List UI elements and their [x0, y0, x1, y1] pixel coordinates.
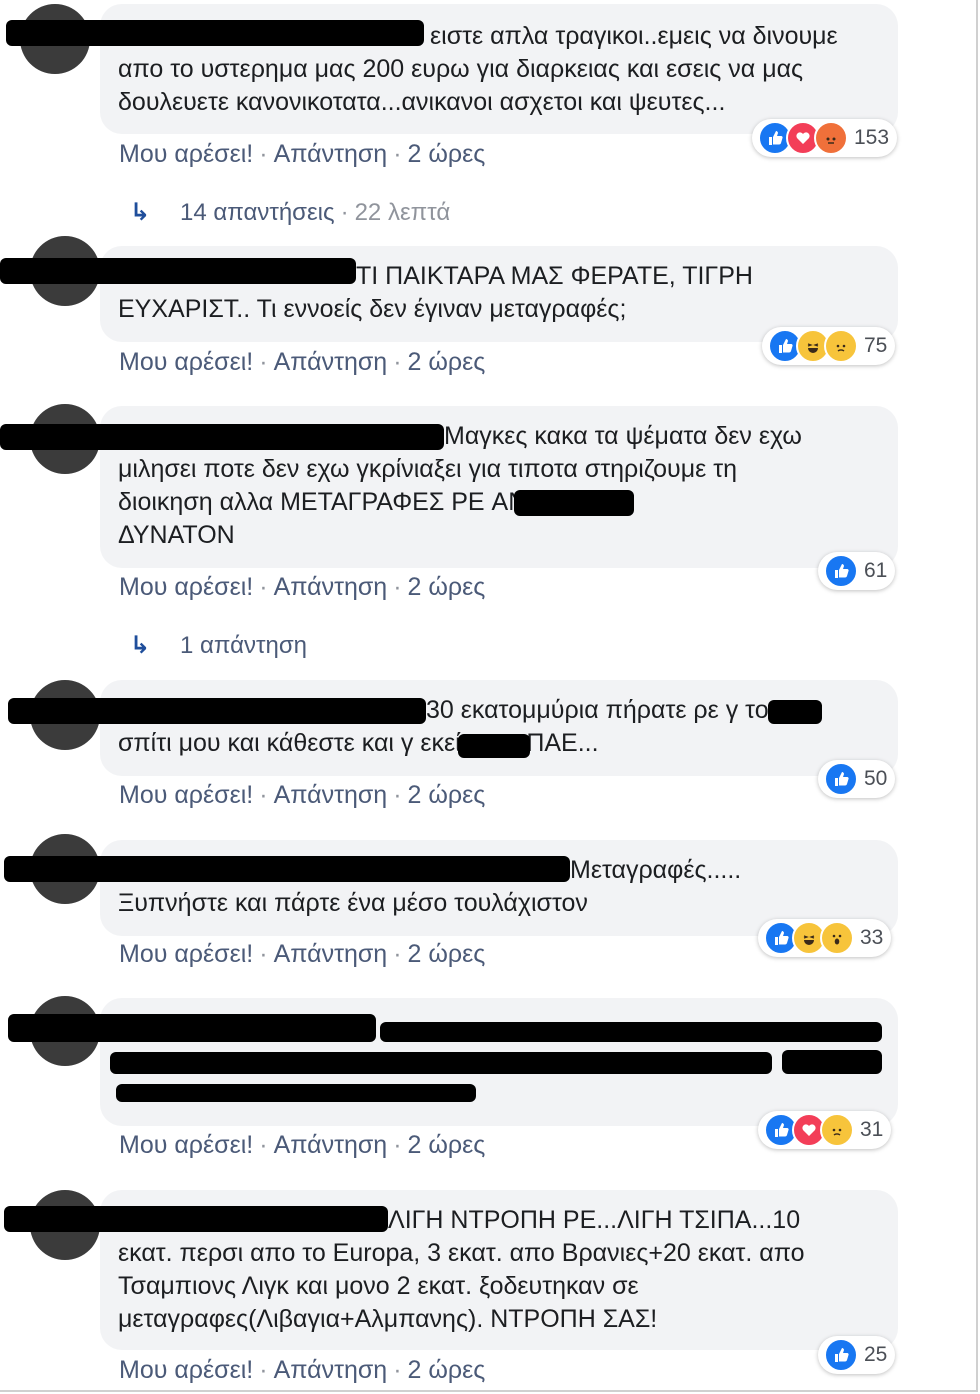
reply-link[interactable]: Απάντηση: [274, 348, 388, 377]
separator: ·: [259, 940, 268, 968]
replies-time: 22 λεπτά: [354, 199, 451, 226]
redacted-word: [458, 734, 530, 758]
redacted-word: [768, 700, 822, 724]
timestamp[interactable]: 2 ώρες: [408, 140, 486, 169]
separator: ·: [259, 1131, 268, 1159]
redacted-text: [380, 1022, 882, 1042]
comment-actions: Μου αρέσει! · Απάντηση · 2 ώρες: [119, 348, 485, 377]
reactions-summary[interactable]: 61: [818, 552, 896, 590]
comment-actions: Μου αρέσει! · Απάντηση · 2 ώρες: [119, 140, 485, 169]
timestamp[interactable]: 2 ώρες: [408, 1131, 486, 1160]
reply-link[interactable]: Απάντηση: [274, 1131, 388, 1160]
separator: ·: [393, 940, 402, 968]
comment-actions: Μου αρέσει! · Απάντηση · 2 ώρες: [119, 1131, 485, 1160]
reactions-summary[interactable]: 75: [762, 327, 896, 365]
like-link[interactable]: Μου αρέσει!: [119, 1356, 253, 1385]
separator: ·: [259, 573, 268, 601]
separator: ·: [393, 1131, 402, 1159]
redacted-name: [0, 424, 444, 450]
reaction-count: 31: [860, 1118, 884, 1141]
redacted-name: [0, 258, 356, 284]
redacted-name: [8, 698, 426, 724]
comment-actions: Μου αρέσει! · Απάντηση · 2 ώρες: [119, 573, 485, 602]
redacted-name: [4, 1206, 388, 1232]
reply-link[interactable]: Απάντηση: [274, 781, 388, 810]
wow-icon: [820, 921, 854, 955]
comment-bubble: 30 εκατομμύρια πήρατε ρε γ το σπίτι μου …: [100, 680, 898, 776]
like-icon: [824, 762, 858, 796]
angry-icon: [814, 121, 848, 155]
reaction-count: 25: [864, 1343, 888, 1366]
reactions-summary[interactable]: 25: [818, 1336, 896, 1374]
separator: ·: [259, 781, 268, 809]
like-icon: [824, 554, 858, 588]
reply-arrow-icon: ↳: [130, 632, 151, 659]
timestamp[interactable]: 2 ώρες: [408, 348, 486, 377]
sad-icon: [820, 1113, 854, 1147]
redacted-text: [782, 1050, 882, 1074]
reaction-count: 33: [860, 926, 884, 949]
replies-count[interactable]: 1 απάντηση: [180, 632, 307, 659]
separator: ·: [393, 348, 402, 376]
separator: ·: [340, 199, 349, 226]
reply-link[interactable]: Απάντηση: [274, 1356, 388, 1385]
redacted-name: [4, 856, 570, 882]
view-replies[interactable]: ↳ 1 απάντηση: [130, 631, 307, 660]
timestamp[interactable]: 2 ώρες: [408, 940, 486, 969]
redacted-word: [514, 490, 634, 516]
separator: ·: [259, 348, 268, 376]
like-icon: [824, 1338, 858, 1372]
timestamp[interactable]: 2 ώρες: [408, 1356, 486, 1385]
reaction-count: 75: [864, 334, 888, 357]
like-link[interactable]: Μου αρέσει!: [119, 348, 253, 377]
separator: ·: [393, 1356, 402, 1384]
separator: ·: [259, 140, 268, 168]
reactions-summary[interactable]: 31: [758, 1111, 892, 1149]
comment-actions: Μου αρέσει! · Απάντηση · 2 ώρες: [119, 1356, 485, 1385]
reactions-summary[interactable]: 153: [752, 119, 898, 157]
sad-icon: [824, 329, 858, 363]
redacted-name: [8, 1014, 376, 1042]
like-link[interactable]: Μου αρέσει!: [119, 1131, 253, 1160]
reply-arrow-icon: ↳: [130, 199, 151, 226]
like-link[interactable]: Μου αρέσει!: [119, 140, 253, 169]
reaction-count: 153: [854, 126, 890, 149]
comment-actions: Μου αρέσει! · Απάντηση · 2 ώρες: [119, 940, 485, 969]
reaction-count: 50: [864, 767, 888, 790]
like-link[interactable]: Μου αρέσει!: [119, 940, 253, 969]
view-replies[interactable]: ↳ 14 απαντήσεις · 22 λεπτά: [130, 198, 450, 227]
reactions-summary[interactable]: 33: [758, 919, 892, 957]
like-link[interactable]: Μου αρέσει!: [119, 781, 253, 810]
timestamp[interactable]: 2 ώρες: [408, 573, 486, 602]
reply-link[interactable]: Απάντηση: [274, 140, 388, 169]
reaction-count: 61: [864, 559, 888, 582]
separator: ·: [393, 140, 402, 168]
redacted-text: [110, 1052, 772, 1074]
reply-link[interactable]: Απάντηση: [274, 573, 388, 602]
replies-count[interactable]: 14 απαντήσεις: [180, 199, 335, 226]
comment-actions: Μου αρέσει! · Απάντηση · 2 ώρες: [119, 781, 485, 810]
separator: ·: [259, 1356, 268, 1384]
separator: ·: [393, 573, 402, 601]
reply-link[interactable]: Απάντηση: [274, 940, 388, 969]
separator: ·: [393, 781, 402, 809]
like-link[interactable]: Μου αρέσει!: [119, 573, 253, 602]
timestamp[interactable]: 2 ώρες: [408, 781, 486, 810]
reactions-summary[interactable]: 50: [818, 760, 896, 798]
redacted-text: [116, 1084, 476, 1102]
redacted-name: [6, 20, 424, 46]
